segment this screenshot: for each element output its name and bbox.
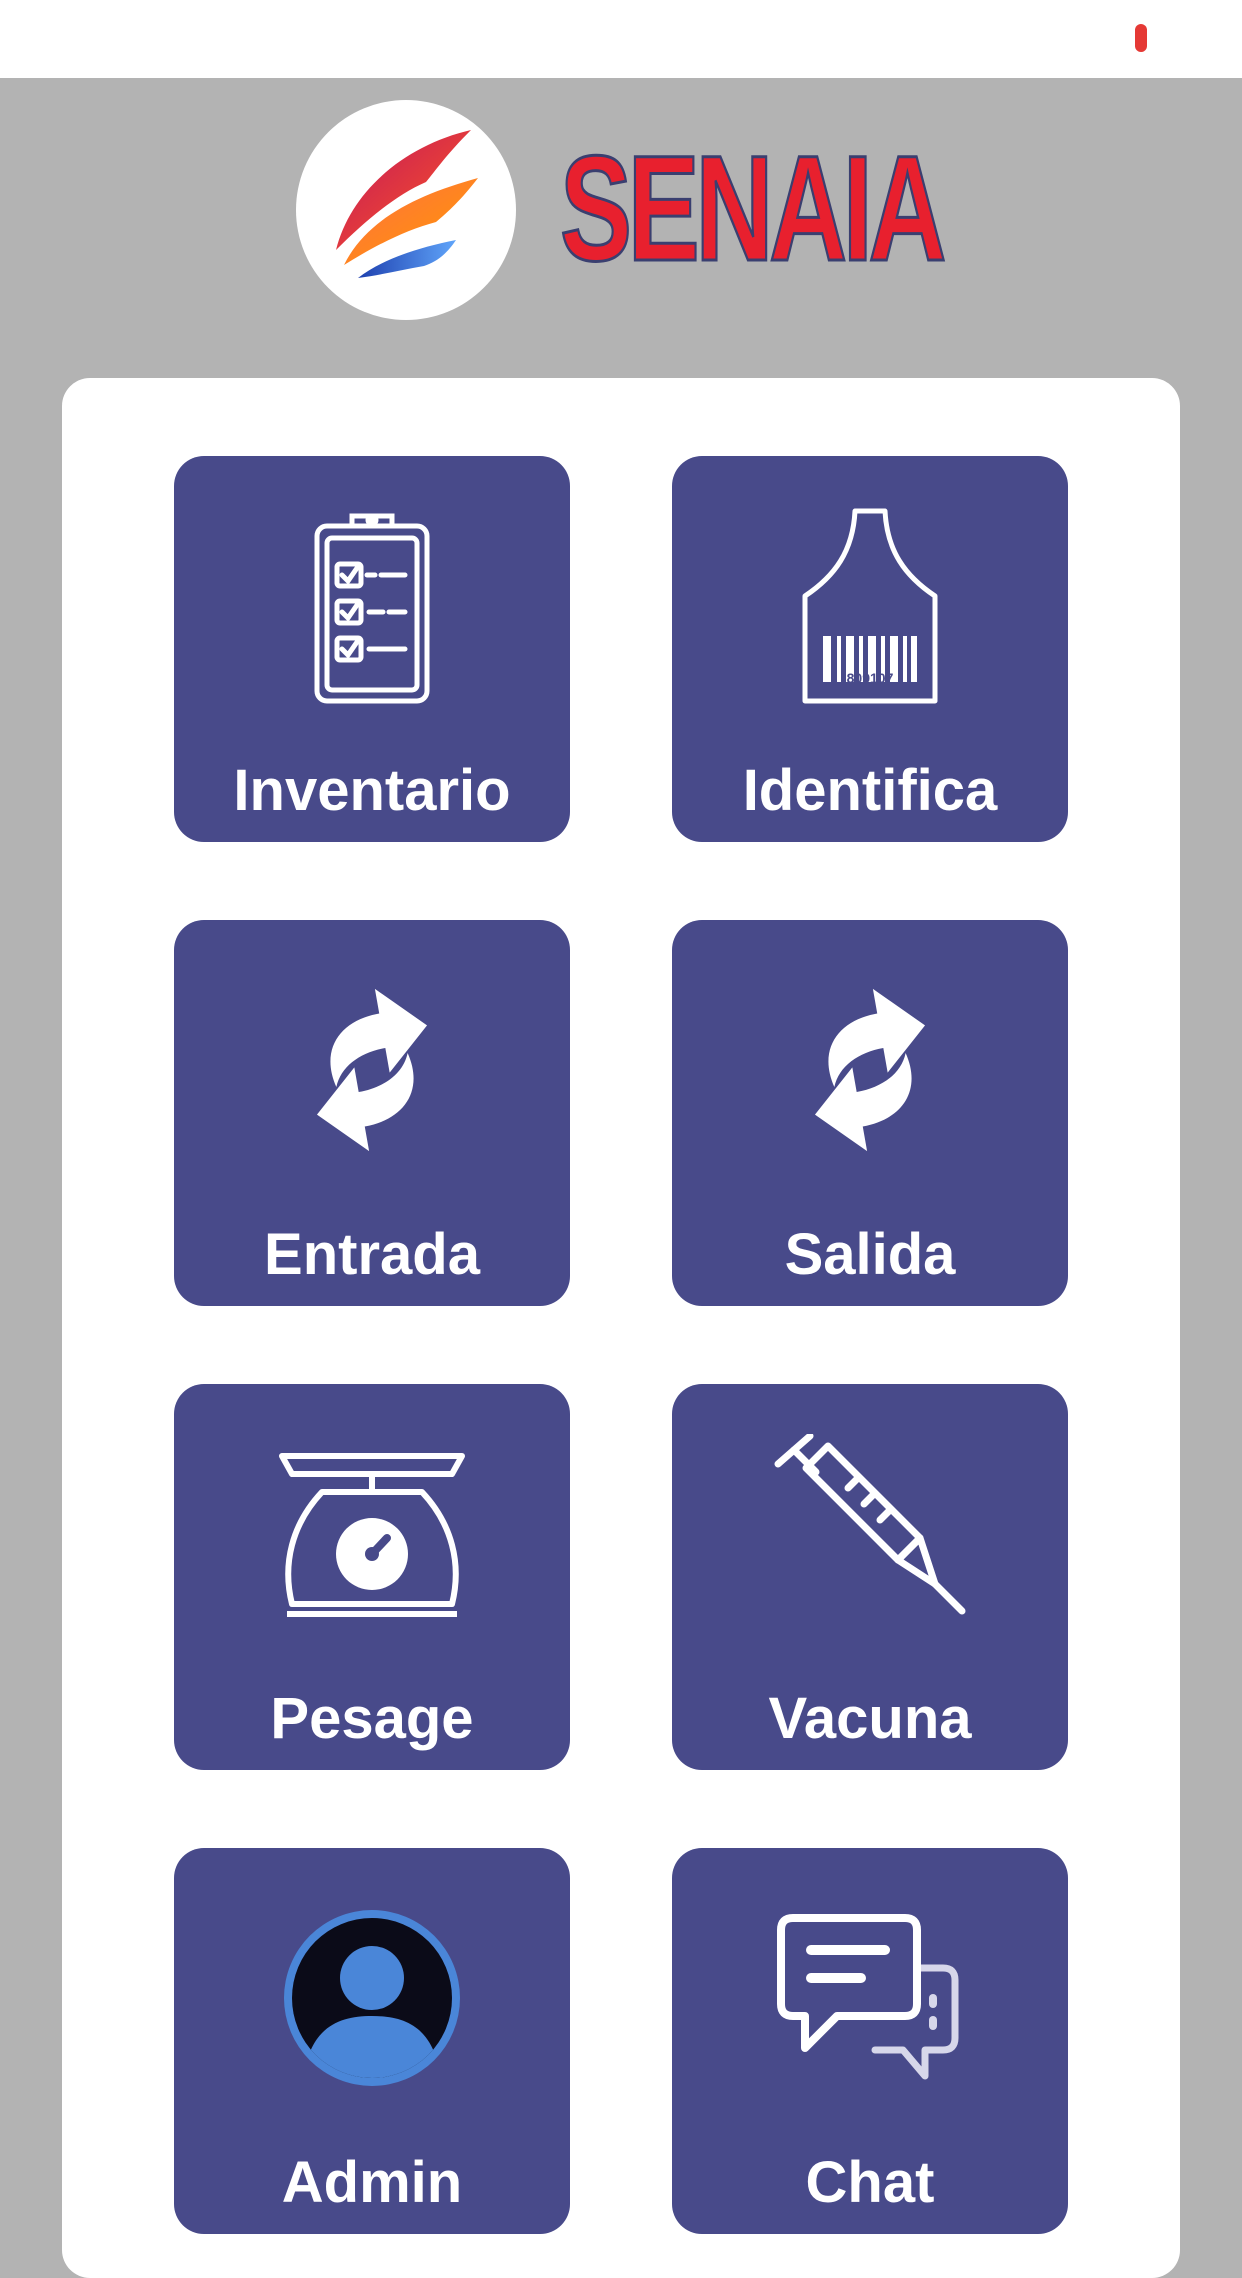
tile-identifica[interactable]: 809107 Identifica [672, 456, 1068, 842]
sync-arrows-icon [672, 970, 1068, 1170]
sync-arrows-icon [174, 970, 570, 1170]
tile-label: Identifica [742, 758, 998, 823]
tile-admin[interactable]: Admin [174, 1848, 570, 2234]
menu-card: Inventario 809107 Identifica Entrada Sal… [62, 378, 1180, 2278]
weighing-scale-icon [174, 1434, 570, 1634]
tile-label: Salida [784, 1222, 956, 1287]
tile-chat[interactable]: Chat [672, 1848, 1068, 2234]
tile-entrada[interactable]: Entrada [174, 920, 570, 1306]
chat-bubbles-icon [672, 1898, 1068, 2098]
tile-label: Pesage [270, 1686, 474, 1751]
tile-label: Inventario [233, 758, 511, 823]
tile-inventario[interactable]: Inventario [174, 456, 570, 842]
tile-label: Entrada [264, 1222, 480, 1287]
tile-pesage[interactable]: Pesage [174, 1384, 570, 1770]
user-avatar-icon [174, 1898, 570, 2098]
ear-tag-barcode-icon: 809107 [672, 506, 1068, 706]
recording-indicator [1135, 24, 1147, 52]
syringe-icon [672, 1434, 1068, 1634]
tile-label: Vacuna [768, 1686, 972, 1751]
app-header: SENAIA [0, 78, 1242, 378]
status-bar [0, 0, 1242, 78]
brand-title: SENAIA [559, 122, 948, 293]
tile-vacuna[interactable]: Vacuna [672, 1384, 1068, 1770]
ear-tag-number: 809107 [847, 670, 894, 686]
tile-salida[interactable]: Salida [672, 920, 1068, 1306]
clipboard-checklist-icon [174, 506, 570, 706]
feather-logo-icon [296, 100, 516, 320]
